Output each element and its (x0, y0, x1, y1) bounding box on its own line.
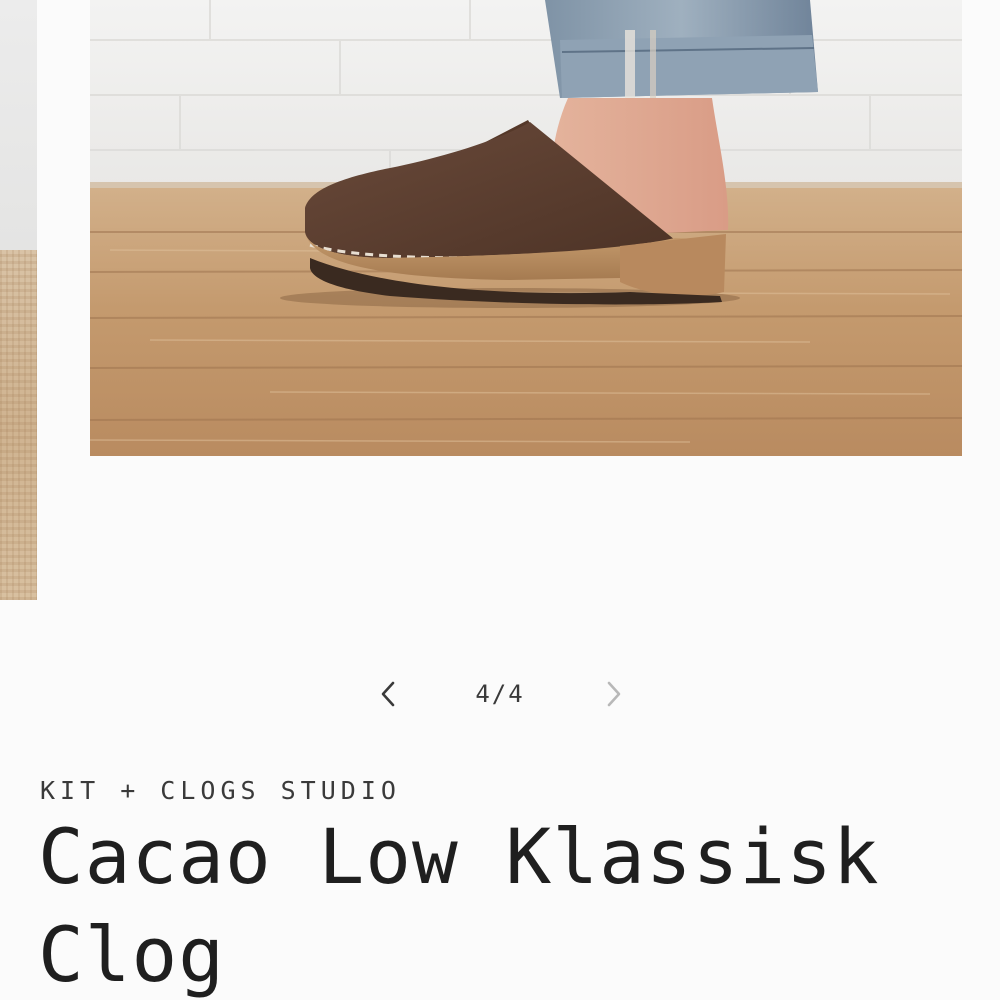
slide-counter-total: 4 (508, 680, 525, 708)
peek-wall (0, 0, 37, 250)
next-slide-button[interactable] (595, 676, 631, 712)
product-image[interactable] (90, 0, 962, 456)
slide-counter-separator: / (491, 680, 509, 708)
previous-slide-button[interactable] (371, 676, 407, 712)
product-page: 4/4 KIT + CLOGS STUDIO Cacao Low Klassis… (0, 0, 1000, 1000)
slider-controls: 4/4 (0, 668, 1000, 720)
chevron-right-icon (607, 681, 621, 707)
slide-counter-current: 4 (475, 680, 492, 708)
peek-rug (0, 250, 37, 600)
product-vendor: KIT + CLOGS STUDIO (40, 776, 401, 805)
chevron-left-icon (381, 681, 395, 707)
product-title: Cacao Low Klassisk Clog (38, 812, 880, 999)
previous-slide-peek[interactable] (0, 0, 37, 600)
slide-counter: 4/4 (440, 680, 560, 708)
